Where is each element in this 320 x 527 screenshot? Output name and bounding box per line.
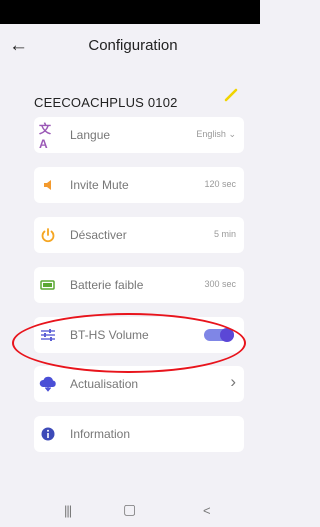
arrow-left-icon: ← bbox=[9, 35, 28, 56]
battery-icon bbox=[39, 276, 57, 294]
setting-label: Langue bbox=[70, 128, 111, 142]
setting-label: Désactiver bbox=[70, 228, 127, 242]
setting-label: Batterie faible bbox=[70, 278, 144, 292]
home-button[interactable]: ▢ bbox=[123, 501, 136, 518]
setting-invite-mute[interactable]: Invite Mute 120 sec bbox=[34, 167, 244, 203]
system-nav-bar: ||| ▢ < bbox=[0, 497, 260, 527]
setting-value: 5 min bbox=[213, 229, 236, 239]
cloud-download-icon bbox=[39, 375, 57, 393]
recents-button[interactable]: ||| bbox=[64, 503, 72, 518]
pencil-icon bbox=[224, 88, 238, 102]
setting-bt-hs-volume[interactable]: BT-HS Volume bbox=[34, 317, 244, 353]
setting-langue[interactable]: 文A Langue English ⌄ bbox=[34, 117, 244, 153]
info-icon bbox=[39, 425, 57, 443]
setting-label: Actualisation bbox=[70, 377, 139, 391]
setting-actualisation[interactable]: Actualisation › bbox=[34, 366, 244, 402]
setting-information[interactable]: Information bbox=[34, 416, 244, 452]
setting-desactiver[interactable]: Désactiver 5 min bbox=[34, 217, 244, 253]
speaker-icon bbox=[39, 176, 57, 194]
setting-label: BT-HS Volume bbox=[70, 328, 149, 342]
setting-label: Information bbox=[70, 427, 131, 441]
translate-icon: 文A bbox=[39, 121, 52, 151]
bt-hs-volume-toggle[interactable] bbox=[204, 328, 234, 342]
setting-value: 120 sec bbox=[204, 179, 236, 189]
power-icon bbox=[39, 226, 57, 244]
nav-back-button[interactable]: < bbox=[203, 503, 211, 518]
back-button[interactable]: ← bbox=[9, 35, 29, 57]
device-name: CEECOACHPLUS 0102 bbox=[34, 95, 178, 110]
toggle-knob bbox=[220, 328, 234, 342]
setting-value: 300 sec bbox=[204, 279, 236, 289]
page-title: Configuration bbox=[88, 37, 178, 54]
header: ← Configuration bbox=[0, 24, 260, 70]
status-bar bbox=[0, 0, 260, 24]
setting-batterie-faible[interactable]: Batterie faible 300 sec bbox=[34, 267, 244, 303]
setting-label: Invite Mute bbox=[70, 178, 129, 192]
language-select[interactable]: English ⌄ bbox=[196, 129, 236, 140]
chevron-down-icon: ⌄ bbox=[228, 129, 236, 139]
chevron-right-icon: › bbox=[230, 372, 236, 391]
edit-name-button[interactable] bbox=[224, 88, 238, 102]
sliders-icon bbox=[39, 326, 57, 344]
